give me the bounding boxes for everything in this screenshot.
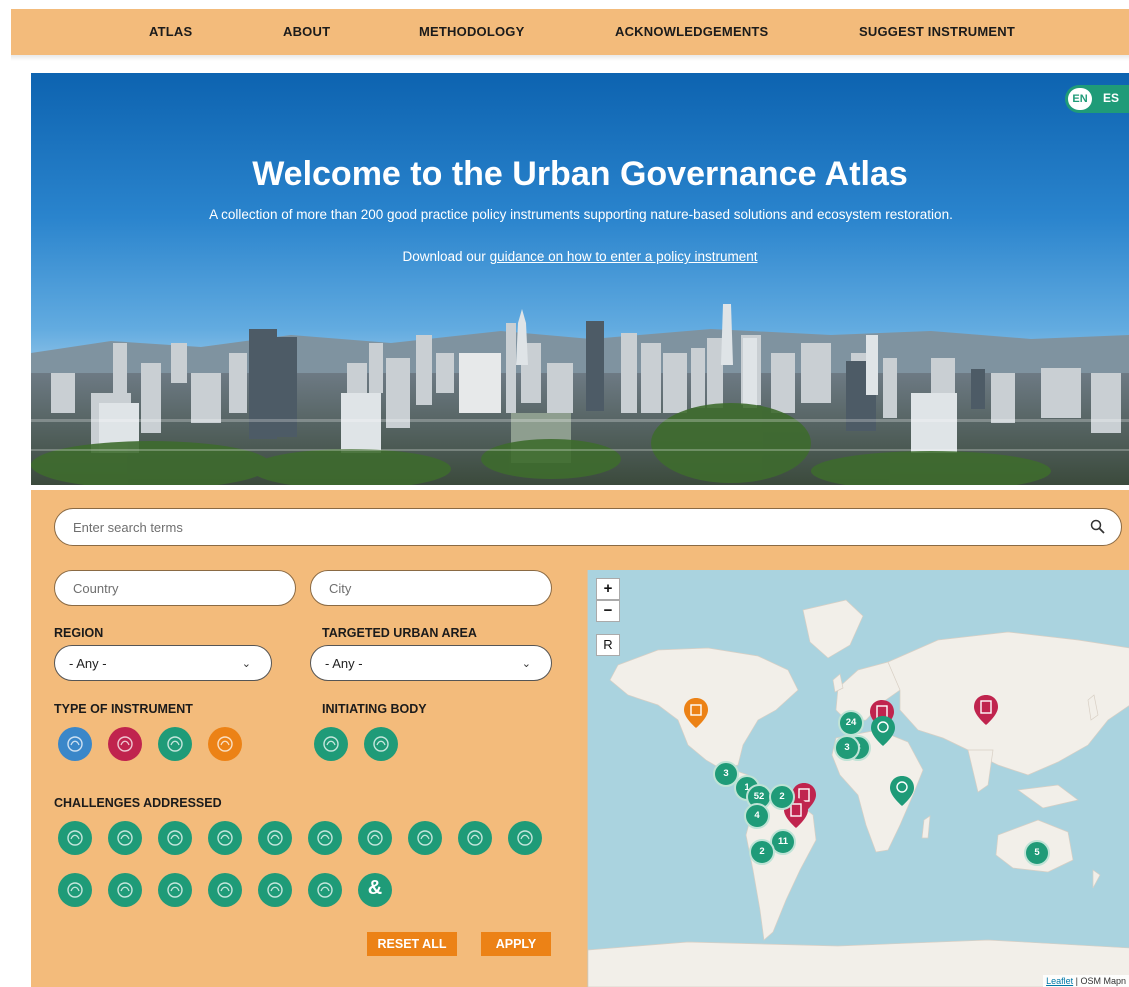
nav-atlas[interactable]: ATLAS [149,24,192,39]
world-landmass [588,599,1129,987]
map-cluster[interactable]: 2 [749,839,775,865]
nav-methodology[interactable]: METHODOLOGY [419,24,524,39]
urban-area-label: TARGETED URBAN AREA [322,626,477,640]
map-pin-money[interactable] [684,698,708,728]
health-icon[interactable] [58,873,92,907]
soil-icon[interactable] [508,821,542,855]
nav-suggest-instrument[interactable]: SUGGEST INSTRUMENT [859,24,1015,39]
lightbulb-icon[interactable] [158,727,192,761]
nav-about[interactable]: ABOUT [283,24,330,39]
language-switcher: EN ES [1065,85,1129,113]
search-icon[interactable] [1089,518,1107,536]
city-placeholder: City [329,581,352,596]
top-navigation: ATLAS ABOUT METHODOLOGY ACKNOWLEDGEMENTS… [11,9,1129,55]
urban-green-icon[interactable] [208,821,242,855]
region-label: REGION [54,626,104,640]
guidance-link[interactable]: guidance on how to enter a policy instru… [490,249,758,264]
lang-es-button[interactable]: ES [1103,91,1119,105]
handshake-icon[interactable] [58,727,92,761]
water-quality-icon[interactable] [258,821,292,855]
region-select[interactable]: - Any - ⌄ [54,645,272,681]
nav-acknowledgements[interactable]: ACKNOWLEDGEMENTS [615,24,768,39]
country-placeholder: Country [73,581,119,596]
map-cluster[interactable]: 4 [744,803,770,829]
wellbeing-icon[interactable] [308,873,342,907]
care-icon[interactable] [208,873,242,907]
people-icon[interactable] [364,727,398,761]
biodiversity-icon[interactable] [58,821,92,855]
community-icon[interactable] [108,873,142,907]
urban-area-select[interactable]: - Any - ⌄ [310,645,552,681]
type-of-instrument-label: TYPE OF INSTRUMENT [54,702,193,716]
city-skyline-image [31,304,1129,485]
attribution-rest: | OSM Mapn [1073,976,1126,986]
social-cohesion-icon[interactable] [158,873,192,907]
government-building-icon[interactable] [314,727,348,761]
apply-button[interactable]: APPLY [481,932,551,956]
money-icon[interactable] [208,727,242,761]
map-pin-lightbulb[interactable] [890,776,914,806]
lang-en-button[interactable]: EN [1068,88,1092,110]
region-value: - Any - [69,656,107,671]
map-pin-document[interactable] [974,695,998,725]
zoom-out-button[interactable]: − [596,600,620,622]
download-prefix: Download our [402,249,490,264]
map-cluster[interactable]: 3 [834,735,860,761]
chevron-down-icon: ⌄ [521,658,531,670]
search-placeholder: Enter search terms [73,520,183,535]
challenges-label: CHALLENGES ADDRESSED [54,796,222,810]
city-field[interactable]: City [310,570,552,606]
growth-icon[interactable] [258,873,292,907]
participation-icon[interactable]: & [358,873,392,907]
hero-download-line: Download our guidance on how to enter a … [31,249,1129,264]
map-cluster[interactable]: 2 [769,784,795,810]
plant-icon[interactable] [108,821,142,855]
urban-area-value: - Any - [325,656,363,671]
country-field[interactable]: Country [54,570,296,606]
hero-title: Welcome to the Urban Governance Atlas [252,155,908,193]
map-attribution: Leaflet | OSM Mapn [1043,975,1129,987]
initiating-body-label: INITIATING BODY [322,702,427,716]
nav-shadow [11,55,1129,61]
leaflet-link[interactable]: Leaflet [1046,976,1073,986]
document-icon[interactable] [108,727,142,761]
map-cluster[interactable]: 24 [838,710,864,736]
reset-view-button[interactable]: R [596,634,620,656]
water-icon[interactable] [158,821,192,855]
chevron-down-icon: ⌄ [241,658,251,670]
hero-banner: Welcome to the Urban Governance Atlas A … [31,73,1129,485]
map-pin-lightbulb[interactable] [871,716,895,746]
world-map[interactable]: + − R 3 24 3 3 1 52 2 4 11 2 5 Leaflet |… [587,570,1129,987]
hero-subtitle: A collection of more than 200 good pract… [209,207,953,222]
infrastructure-icon[interactable] [358,821,392,855]
reset-all-button[interactable]: RESET ALL [367,932,457,956]
forest-icon[interactable] [308,821,342,855]
map-cluster[interactable]: 5 [1024,840,1050,866]
climate-icon[interactable] [408,821,442,855]
search-input[interactable]: Enter search terms [54,508,1122,546]
zoom-in-button[interactable]: + [596,578,620,600]
flood-icon[interactable] [458,821,492,855]
